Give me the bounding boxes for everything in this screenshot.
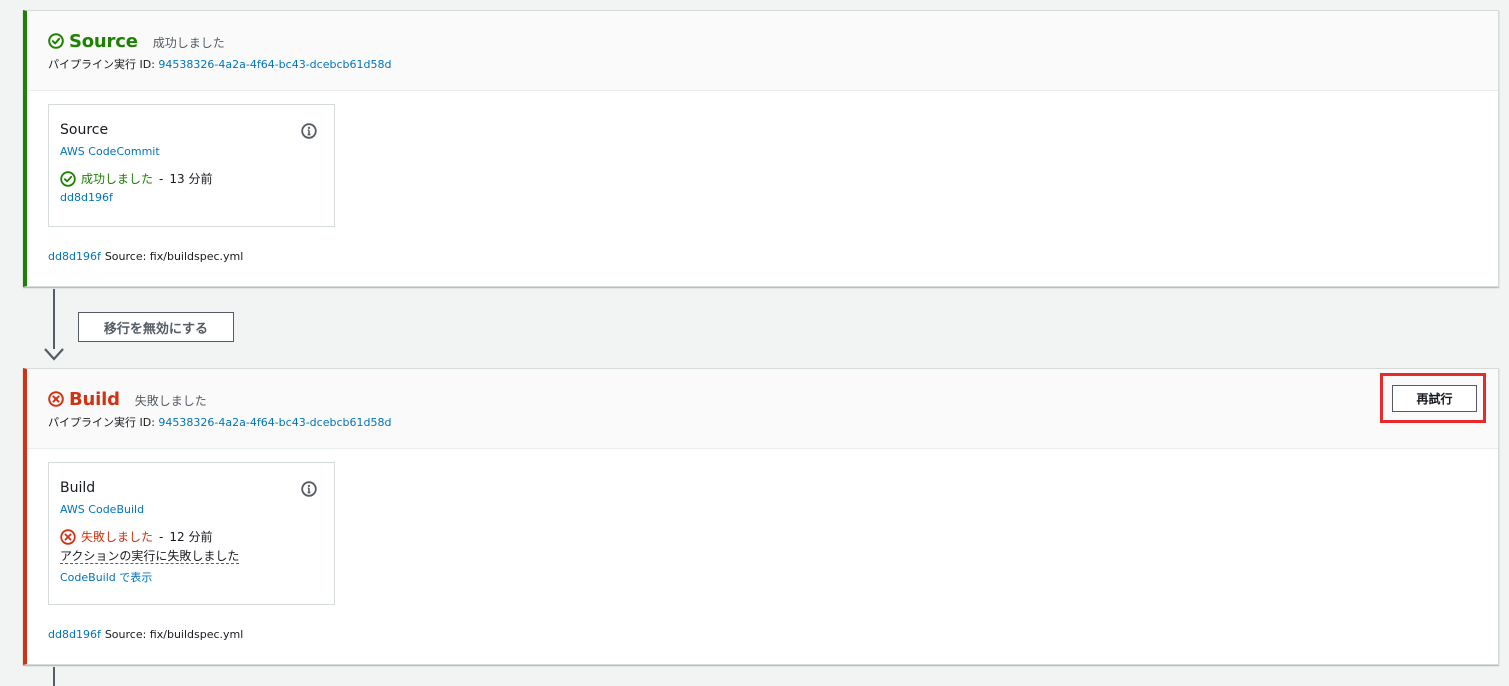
disable-transition-button[interactable]: 移行を無効にする [78, 312, 234, 342]
source-action-card: Source AWS CodeCommit 成功しました - 13 分前 dd8… [48, 104, 335, 227]
revision-commit-link[interactable]: dd8d196f [48, 628, 101, 641]
stage-status: 失敗しました [134, 394, 207, 408]
failure-message[interactable]: アクションの実行に失敗しました [60, 549, 240, 564]
action-time-ago: 12 分前 [169, 530, 213, 544]
revision-message: Source: fix/buildspec.yml [104, 250, 244, 263]
action-provider-link[interactable]: AWS CodeCommit [60, 145, 323, 158]
execution-id-row: パイプライン実行 ID: 94538326-4a2a-4f64-bc43-dce… [48, 56, 1478, 72]
action-status: 失敗しました - 12 分前 [60, 528, 323, 545]
action-status-text: 成功しました [81, 172, 154, 186]
status-separator: - [159, 171, 164, 186]
source-stage: Source 成功しました パイプライン実行 ID: 94538326-4a2a… [23, 10, 1499, 287]
build-stage: Build 失敗しました パイプライン実行 ID: 94538326-4a2a-… [23, 368, 1499, 665]
execution-id-link[interactable]: 94538326-4a2a-4f64-bc43-dcebcb61d58d [158, 58, 391, 71]
action-title: Build [60, 480, 96, 496]
stage-source-revision: dd8d196f Source: fix/buildspec.yml [48, 250, 243, 263]
transition-arrow-line [53, 289, 55, 349]
info-icon[interactable] [301, 123, 317, 139]
info-icon[interactable] [301, 481, 317, 497]
execution-id-link[interactable]: 94538326-4a2a-4f64-bc43-dcebcb61d58d [158, 416, 391, 429]
view-in-codebuild-link[interactable]: CodeBuild で表示 [60, 569, 323, 585]
action-provider-link[interactable]: AWS CodeBuild [60, 503, 323, 516]
source-stage-header: Source 成功しました パイプライン実行 ID: 94538326-4a2a… [27, 11, 1498, 91]
stage-title: Source [69, 30, 138, 52]
action-status-text: 失敗しました [81, 530, 154, 544]
transition-arrow-line [53, 667, 55, 686]
stage-status: 成功しました [152, 36, 225, 50]
check-circle-icon [60, 170, 76, 187]
arrow-down-icon [44, 346, 64, 362]
build-action-card: Build AWS CodeBuild 失敗しました - 12 分前 アクション… [48, 462, 335, 605]
x-circle-icon [48, 391, 64, 407]
status-separator: - [159, 529, 164, 544]
execution-id-label: パイプライン実行 ID: [48, 58, 155, 71]
action-status: 成功しました - 13 分前 [60, 170, 323, 187]
stage-source-revision: dd8d196f Source: fix/buildspec.yml [48, 628, 243, 641]
revision-message: Source: fix/buildspec.yml [104, 628, 244, 641]
x-circle-icon [60, 528, 76, 545]
revision-commit-link[interactable]: dd8d196f [48, 250, 101, 263]
stage-title: Build [69, 388, 120, 410]
action-time-ago: 13 分前 [169, 172, 213, 186]
build-stage-header: Build 失敗しました パイプライン実行 ID: 94538326-4a2a-… [27, 369, 1498, 449]
check-circle-icon [48, 33, 64, 49]
execution-id-row: パイプライン実行 ID: 94538326-4a2a-4f64-bc43-dce… [48, 414, 1478, 430]
commit-link[interactable]: dd8d196f [60, 191, 323, 204]
retry-button[interactable]: 再試行 [1392, 385, 1477, 412]
execution-id-label: パイプライン実行 ID: [48, 416, 155, 429]
action-title: Source [60, 122, 109, 138]
retry-highlight: 再試行 [1380, 373, 1486, 423]
